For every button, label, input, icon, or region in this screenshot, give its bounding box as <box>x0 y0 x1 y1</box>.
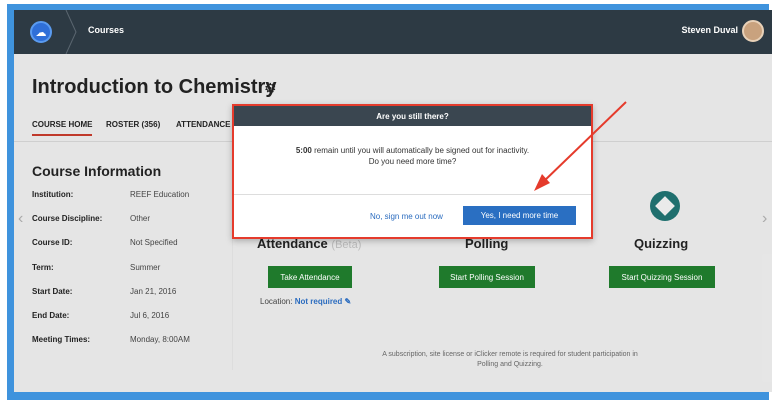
location-value-link[interactable]: Not required <box>295 297 343 306</box>
modal-divider <box>234 194 591 195</box>
breadcrumb-courses[interactable]: Courses <box>88 25 124 35</box>
app-window: ☁ Courses Steven Duval Introduction to C… <box>14 10 772 392</box>
inactivity-modal: Are you still there? 5:00 remain until y… <box>232 104 593 239</box>
breadcrumb-separator-icon <box>65 10 77 54</box>
chevron-left-icon[interactable]: ‹ <box>18 210 23 228</box>
pencil-icon[interactable]: ✎ <box>345 297 352 306</box>
info-label: End Date: <box>32 311 70 320</box>
take-attendance-button[interactable]: Take Attendance <box>268 266 352 288</box>
page-title: Introduction to Chemistry <box>32 76 277 98</box>
course-info-title: Course Information <box>32 163 162 179</box>
info-value: Other <box>130 214 151 223</box>
modal-title: Are you still there? <box>234 106 591 126</box>
modal-message-text: remain until you will automatically be s… <box>314 146 530 155</box>
info-label: Start Date: <box>32 287 73 296</box>
info-label: Course Discipline: <box>32 214 103 223</box>
info-value: Summer <box>130 263 161 272</box>
avatar[interactable] <box>742 20 764 42</box>
beta-label: (Beta) <box>331 239 362 251</box>
subscription-note: A subscription, site license or iClicker… <box>382 351 638 368</box>
user-name[interactable]: Steven Duval <box>681 25 738 35</box>
chevron-right-icon[interactable]: › <box>762 210 767 228</box>
info-value: Jul 6, 2016 <box>130 311 170 320</box>
info-value: Monday, 8:00AM <box>130 335 190 344</box>
top-bar: ☁ Courses Steven Duval <box>14 10 772 54</box>
quizzing-icon <box>650 191 680 221</box>
info-value: REEF Education <box>130 190 190 199</box>
info-label: Institution: <box>32 190 74 199</box>
quizzing-title: Quizzing <box>634 236 689 251</box>
info-label: Course ID: <box>32 238 73 247</box>
location-label: Location: <box>260 297 293 306</box>
screenshot-frame: ☁ Courses Steven Duval Introduction to C… <box>0 0 772 405</box>
info-value: Not Specified <box>130 238 178 247</box>
sign-out-button[interactable]: No, sign me out now <box>370 212 443 221</box>
gear-icon[interactable]: ⚙ <box>264 80 277 97</box>
tab-course-home[interactable]: COURSE HOME <box>32 120 93 136</box>
countdown-time: 5:00 <box>295 146 312 155</box>
info-value: Jan 21, 2016 <box>130 287 177 296</box>
start-polling-button[interactable]: Start Polling Session <box>439 266 535 288</box>
info-label: Term: <box>32 263 54 272</box>
info-label: Meeting Times: <box>32 335 91 344</box>
modal-message: 5:00 remain until you will automatically… <box>234 146 591 155</box>
cloud-logo-icon[interactable]: ☁ <box>30 21 52 43</box>
modal-question: Do you need more time? <box>368 157 457 166</box>
tab-roster[interactable]: ROSTER (356) <box>106 120 160 129</box>
tab-attendance[interactable]: ATTENDANCE <box>176 120 231 129</box>
start-quizzing-button[interactable]: Start Quizzing Session <box>609 266 715 288</box>
location-line: Location: Not required ✎ <box>260 297 351 306</box>
need-more-time-button[interactable]: Yes, I need more time <box>463 206 576 225</box>
